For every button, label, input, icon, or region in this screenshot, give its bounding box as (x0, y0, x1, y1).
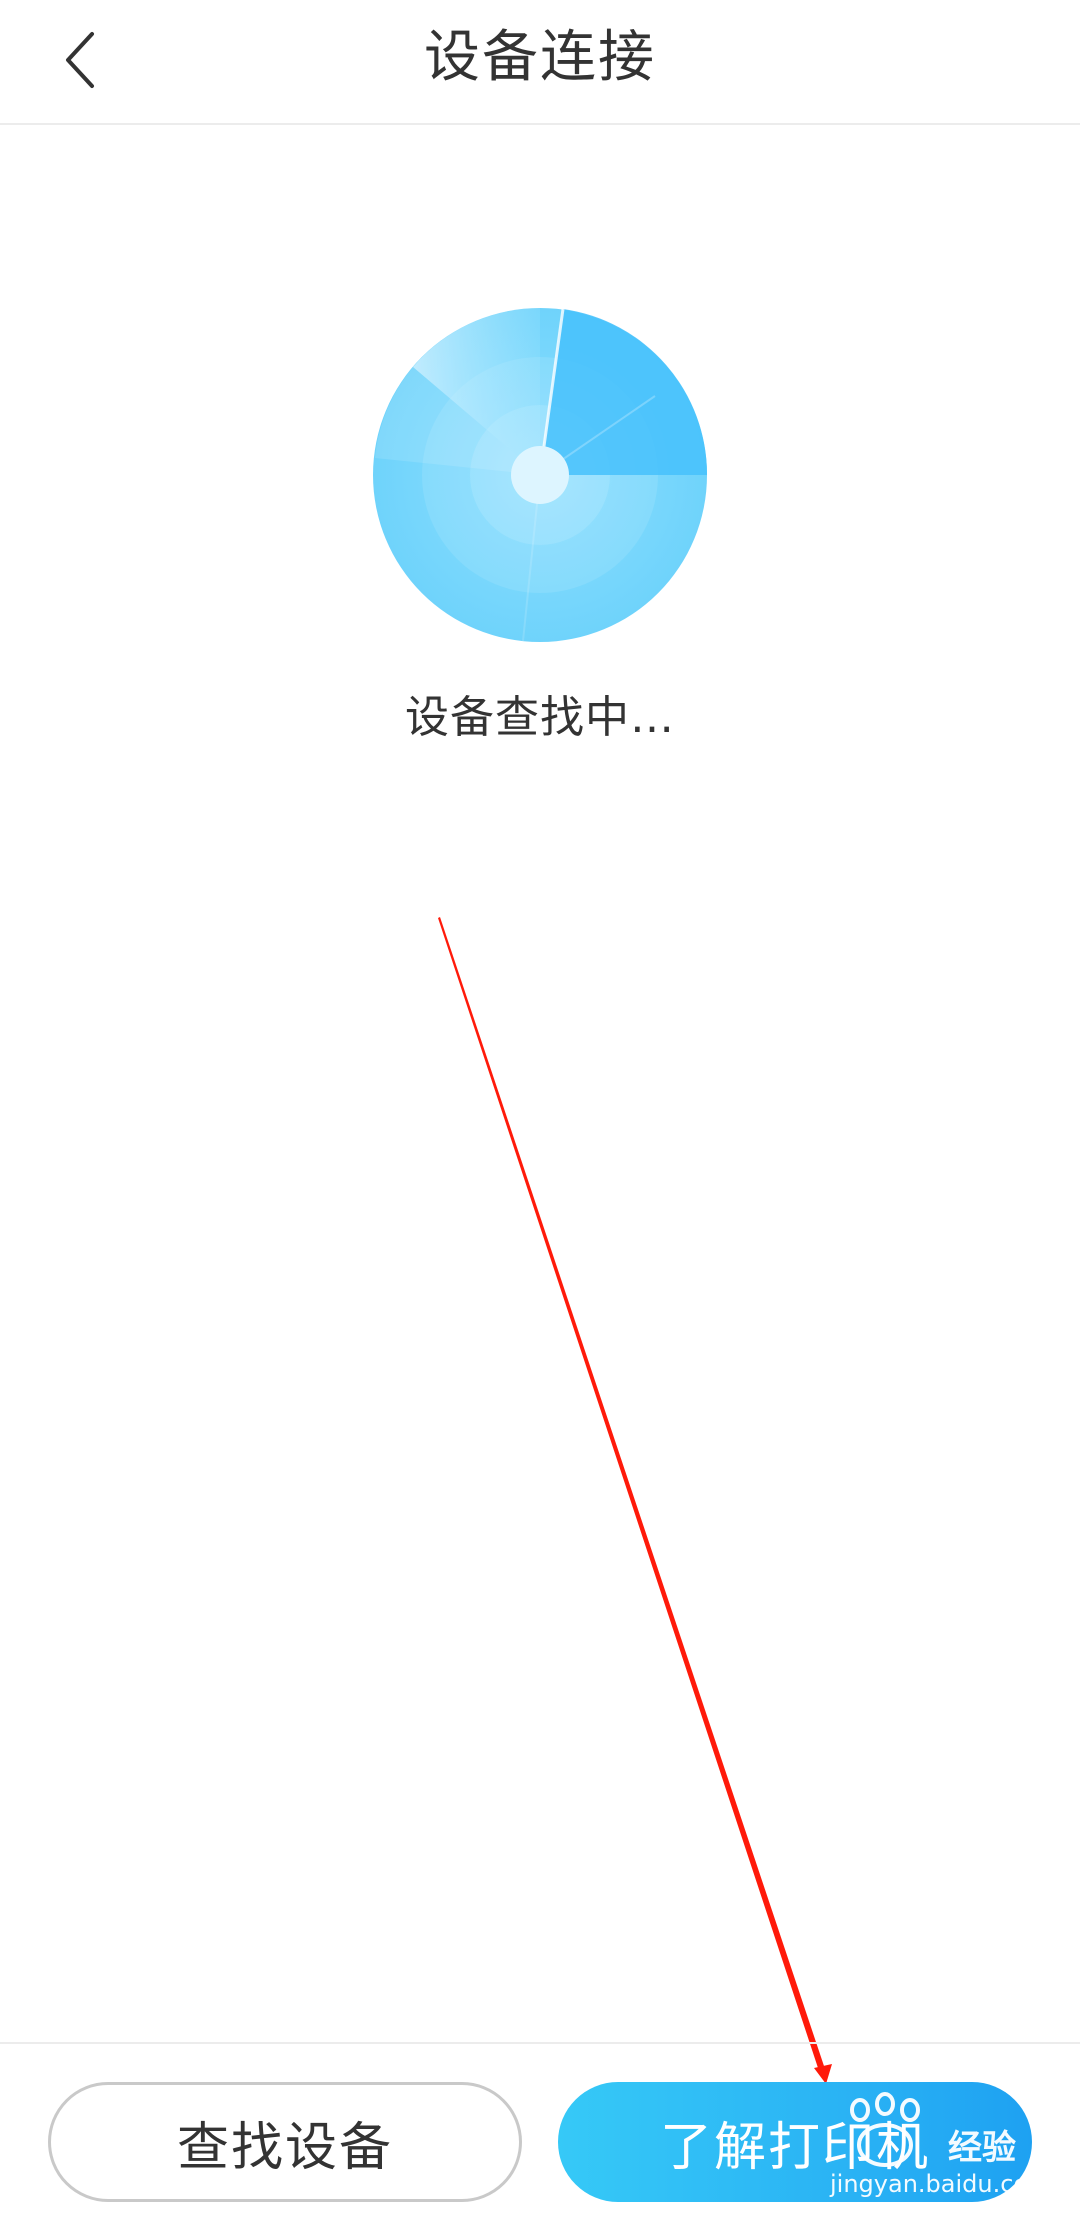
learn-printer-button[interactable]: 了解打印机 (558, 2082, 1032, 2202)
page-title: 设备连接 (424, 25, 656, 90)
find-device-button[interactable]: 查找设备 (48, 2082, 522, 2202)
app-header: 设备连接 (0, 0, 1080, 125)
bottom-action-bar: 查找设备 了解打印机 (0, 2042, 1080, 2213)
scan-status-text: 设备查找中… (405, 692, 675, 743)
radar-scan-icon (373, 308, 707, 642)
